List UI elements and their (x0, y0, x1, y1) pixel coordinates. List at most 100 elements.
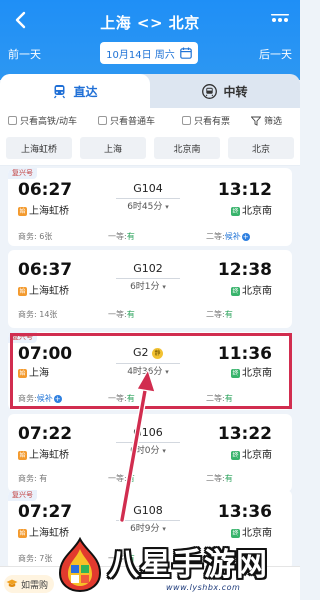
filter-button[interactable]: 筛选 (251, 114, 282, 127)
seat-value: 有 (224, 474, 233, 483)
train-number: G104 (133, 182, 163, 195)
duration-text: 6时45分 (127, 202, 163, 212)
departure-time: 07:27 (18, 502, 73, 522)
waitlist-link[interactable]: 候补 (225, 232, 241, 241)
terminal-badge: 终 (231, 206, 240, 216)
train-card[interactable]: 复兴号 06:27 G104 6时45分 ▾ 13:12 始上海虹桥 终北京南 … (8, 168, 292, 246)
seat-value: 有 (126, 310, 135, 319)
arrival-station-name: 北京南 (242, 286, 272, 297)
seat-value: 有 (224, 310, 233, 319)
filter-row: 只看高铁/动车 只看普通车 只看有票 筛选 (0, 108, 300, 134)
origin-badge: 始 (18, 286, 27, 296)
watermark-logo-icon (58, 537, 102, 593)
station-chip[interactable]: 北京南 (154, 137, 220, 159)
duration-text: 6时9分 (130, 524, 160, 534)
departure-time: 07:22 (18, 424, 73, 444)
origin-badge: 始 (18, 450, 27, 460)
calendar-icon (180, 47, 192, 59)
duration-text: 6时1分 (130, 282, 160, 292)
fuxing-tag: 复兴号 (8, 490, 37, 501)
filter-label: 只看普通车 (110, 117, 156, 127)
filter-regular[interactable]: 只看普通车 (98, 114, 155, 127)
fuxing-tag: 复兴号 (8, 168, 37, 179)
mode-tabs: 直达 中转 (0, 74, 300, 108)
departure-time: 06:27 (18, 180, 73, 200)
watermark-title: 八星手游网 (108, 547, 268, 583)
tab-transfer-label: 中转 (223, 84, 248, 99)
terminal-badge: 终 (231, 450, 240, 460)
tab-direct[interactable]: 直达 (0, 74, 150, 108)
train-number: G108 (133, 504, 163, 517)
arrival-station-name: 北京南 (242, 450, 272, 461)
seat-value: 有 (126, 474, 135, 483)
tab-transfer[interactable]: 中转 (150, 74, 300, 108)
graduation-cap-icon (6, 579, 18, 587)
funnel-icon (251, 116, 261, 126)
station-chip[interactable]: 北京 (228, 137, 294, 159)
plus-icon[interactable]: + (241, 232, 250, 241)
checkbox[interactable] (182, 116, 191, 125)
filter-high-speed[interactable]: 只看高铁/动车 (8, 114, 77, 127)
arrival-station: 终北京南 (231, 446, 272, 461)
seat-label: 二等: (206, 310, 225, 319)
next-day-button[interactable]: 后一天 (259, 46, 292, 62)
seat-label: 二等: (206, 474, 225, 483)
departure-station-name: 上海虹桥 (29, 286, 69, 297)
watermark-url: www.lyshbx.com (166, 583, 241, 592)
seat-first: 一等:有 (108, 473, 135, 484)
watermark: 八星手游网 www.lyshbx.com (48, 537, 300, 600)
arrival-time: 13:36 (217, 502, 272, 522)
seat-second: 二等:有 (206, 473, 233, 484)
departure-station: 始上海虹桥 (18, 446, 69, 461)
terminal-badge: 终 (231, 286, 240, 296)
duration-text: 6时0分 (130, 446, 160, 456)
route-title[interactable]: 上海 <> 北京 (0, 12, 300, 33)
checkbox[interactable] (8, 116, 17, 125)
transfer-train-icon (202, 83, 218, 99)
seat-second: 二等:候补 + (206, 231, 250, 242)
seat-business: 商务: 6张 (18, 232, 53, 241)
train-icon (54, 84, 66, 98)
arrival-station: 终北京南 (231, 282, 272, 297)
duration: 6时0分 ▾ (108, 443, 188, 456)
seat-label: 一等: (108, 310, 127, 319)
filter-has-ticket[interactable]: 只看有票 (182, 114, 230, 127)
seat-label: 一等: (108, 232, 127, 241)
departure-station: 始上海虹桥 (18, 202, 69, 217)
seat-value: 有 (126, 232, 135, 241)
date-label: 10月14日 周六 (106, 49, 175, 61)
arrival-station-name: 北京南 (242, 206, 272, 217)
origin-badge: 始 (18, 528, 27, 538)
seat-label: 一等: (108, 474, 127, 483)
seat-label: 二等: (206, 232, 225, 241)
arrival-time: 12:38 (217, 260, 272, 280)
caret-down-icon: ▾ (162, 283, 166, 291)
train-number: G102 (133, 262, 163, 275)
station-chip[interactable]: 上海 (80, 137, 146, 159)
purchase-hint[interactable]: 如需购 (4, 575, 55, 593)
departure-station-name: 上海虹桥 (29, 206, 69, 217)
seat-first: 一等:有 (108, 309, 135, 320)
header-bar: 上海 <> 北京 前一天 10月14日 周六 后一天 (0, 0, 300, 80)
train-card[interactable]: 07:22 G106 6时0分 ▾ 13:22 始上海虹桥 终北京南 商务: 有… (8, 414, 292, 492)
station-chip[interactable]: 上海虹桥 (6, 137, 72, 159)
prev-day-button[interactable]: 前一天 (8, 46, 41, 62)
arrival-station: 终北京南 (231, 202, 272, 217)
more-icon[interactable] (270, 12, 290, 28)
departure-time: 06:37 (18, 260, 73, 280)
date-selector[interactable]: 10月14日 周六 (100, 42, 198, 64)
filter-label: 筛选 (264, 117, 283, 127)
filter-label: 只看高铁/动车 (20, 117, 78, 127)
caret-down-icon: ▾ (162, 525, 166, 533)
arrival-time: 13:22 (217, 424, 272, 444)
train-card[interactable]: 06:37 G102 6时1分 ▾ 12:38 始上海虹桥 终北京南 商务: 1… (8, 250, 292, 328)
caret-down-icon: ▾ (162, 447, 166, 455)
departure-station-name: 上海虹桥 (29, 450, 69, 461)
duration: 6时1分 ▾ (108, 279, 188, 292)
caret-down-icon: ▾ (165, 203, 169, 211)
departure-station: 始上海虹桥 (18, 282, 69, 297)
checkbox[interactable] (98, 116, 107, 125)
station-chips: 上海虹桥 上海 北京南 北京 (0, 134, 300, 166)
arrival-time: 13:12 (217, 180, 272, 200)
train-number: G106 (133, 426, 163, 439)
